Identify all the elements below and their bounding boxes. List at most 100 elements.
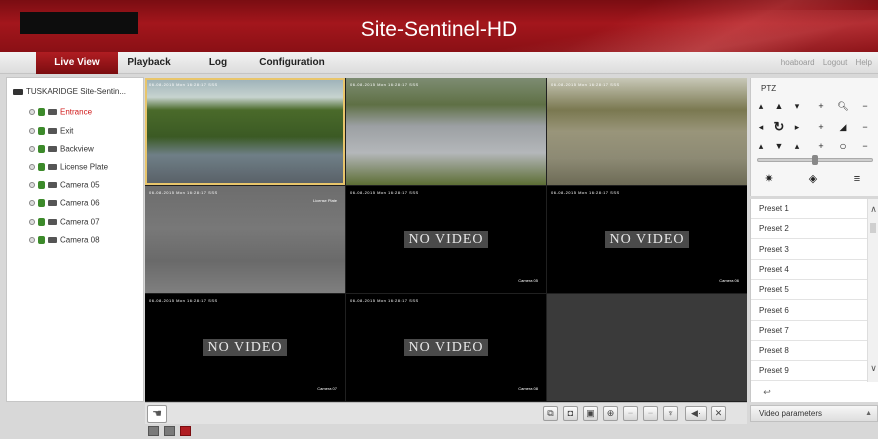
tree-item-camera[interactable]: Camera 05 <box>29 180 100 192</box>
zoom-icon[interactable]: ⊕ <box>603 406 618 421</box>
scroll-thumb[interactable] <box>870 223 876 233</box>
tab-live-view[interactable]: Live View <box>36 52 118 74</box>
preset-item[interactable]: Preset 6 <box>751 301 867 321</box>
ptz-right-icon[interactable]: ▸ <box>789 120 805 134</box>
camera-tree: TUSKARIDGE Site-Sentin... Entrance Exit Ba… <box>6 77 144 402</box>
osd-channel-name: Camera 06 <box>719 278 739 283</box>
focus-icon: ◢ <box>839 122 847 132</box>
tab-playback[interactable]: Playback <box>118 52 180 74</box>
layout-1x1-button[interactable] <box>148 426 159 436</box>
hand-icon[interactable]: ☚ <box>147 405 167 423</box>
microphone-icon[interactable]: ♆ <box>663 406 678 421</box>
video-tile[interactable]: 06-08-2015 Mon 16:28:17 SSS NO VIDEO Camer… <box>547 186 747 293</box>
no-video-label: NO VIDEO <box>346 231 546 248</box>
osd-timestamp: 06-08-2015 Mon 16:28:17 SSS <box>149 298 218 303</box>
video-tile[interactable]: 06-08-2015 Mon 16:28:17 SSS NO VIDEO Camer… <box>346 186 546 293</box>
record-status-icon <box>29 163 35 170</box>
preset-item[interactable]: Preset 1 <box>751 199 867 219</box>
ptz-up-icon[interactable]: ▲ <box>771 99 787 113</box>
osd-timestamp: 06-08-2015 Mon 16:28:17 SSS <box>149 82 218 87</box>
tree-item-camera[interactable]: Camera 07 <box>29 217 100 229</box>
logout-link[interactable]: Logout <box>823 58 847 67</box>
ptz-down-left-icon[interactable]: ▴ <box>753 139 769 153</box>
preset-item[interactable]: Preset 8 <box>751 341 867 362</box>
osd-timestamp: 06-08-2015 Mon 16:28:17 SSS <box>551 82 620 87</box>
video-tile[interactable] <box>547 294 747 401</box>
video-tile[interactable]: 06-08-2015 Mon 16:28:17 SSS License Plate <box>145 186 345 293</box>
tree-item-camera[interactable]: License Plate <box>29 162 108 174</box>
preset-item[interactable]: Preset 7 <box>751 321 867 341</box>
snapshot-icon[interactable]: ◘ <box>563 406 578 421</box>
app-window: Site-Sentinel-HD Live View Playback Log … <box>0 0 878 439</box>
tree-item-camera[interactable]: Camera 06 <box>29 198 100 210</box>
focus-near-icon[interactable]: + <box>813 120 829 134</box>
osd-timestamp: 06-08-2015 Mon 16:28:17 SSS <box>350 298 419 303</box>
wiper-icon[interactable]: ◈ <box>803 171 823 187</box>
tree-item-camera[interactable]: Backview <box>29 144 94 156</box>
ptz-left-icon[interactable]: ◂ <box>753 120 769 134</box>
preset-item[interactable]: Preset 4 <box>751 260 867 280</box>
user-link[interactable]: hoaboard <box>781 58 815 67</box>
ptz-speed-slider-thumb[interactable] <box>812 155 818 165</box>
header: Site-Sentinel-HD <box>0 0 878 52</box>
zoom-out-icon[interactable]: − <box>857 99 873 113</box>
preset-scrollbar[interactable]: ∧ ∨ <box>867 199 878 382</box>
ptz-auto-icon[interactable]: ↻ <box>771 120 787 134</box>
tree-item-camera[interactable]: Camera 08 <box>29 235 100 247</box>
record-status-icon <box>29 181 35 188</box>
menu-icon[interactable]: ≡ <box>847 171 867 187</box>
record-icon[interactable]: ▣ <box>583 406 598 421</box>
tree-root[interactable]: TUSKARIDGE Site-Sentin... <box>13 87 141 99</box>
tab-log[interactable]: Log <box>196 52 240 74</box>
ptz-up-left-icon[interactable]: ▴ <box>753 99 769 113</box>
video-tile[interactable]: 06-08-2015 Mon 16:28:17 SSS NO VIDEO Camer… <box>346 294 546 401</box>
video-tile[interactable]: 06-08-2015 Mon 16:28:17 SSS NO VIDEO Camer… <box>145 294 345 401</box>
preset-item[interactable]: Preset 3 <box>751 240 867 260</box>
scroll-up-icon[interactable]: ∧ <box>868 204 878 215</box>
scroll-down-icon[interactable]: ∨ <box>868 363 878 374</box>
video-parameters-bar[interactable]: Video parameters ▲ <box>750 405 878 422</box>
light-icon[interactable]: ✷ <box>759 171 779 187</box>
zoom-in-icon[interactable]: + <box>813 99 829 113</box>
video-tile[interactable]: 06-08-2015 Mon 16:28:17 SSS <box>145 78 345 185</box>
preset-item[interactable]: Preset 5 <box>751 280 867 301</box>
ptz-speed-slider[interactable] <box>757 155 873 165</box>
osd-channel-name: Camera 07 <box>317 386 337 391</box>
chevron-up-icon[interactable]: ▲ <box>865 406 872 421</box>
camera-icon <box>48 181 57 188</box>
previous-page-icon[interactable]: − <box>623 406 638 421</box>
preset-call-icon[interactable]: ↩ <box>757 385 777 400</box>
layout-2x2-button[interactable] <box>164 426 175 436</box>
record-status-icon <box>29 236 35 243</box>
layout-3x3-button[interactable] <box>180 426 191 436</box>
osd-timestamp: 06-08-2015 Mon 16:28:17 SSS <box>350 190 419 195</box>
record-status-icon <box>29 218 35 225</box>
window-layout-icon[interactable]: ⧉ <box>543 406 558 421</box>
video-tile[interactable]: 06-08-2015 Mon 16:28:17 SSS <box>547 78 747 185</box>
osd-channel-name: Camera 05 <box>518 278 538 283</box>
next-page-icon[interactable]: − <box>643 406 658 421</box>
tree-item-label: Camera 07 <box>60 217 100 227</box>
user-icon <box>38 198 45 207</box>
stop-all-icon[interactable]: ✕ <box>711 406 726 421</box>
video-tile[interactable]: 06-08-2015 Mon 16:28:17 SSS <box>346 78 546 185</box>
ptz-down-icon[interactable]: ▼ <box>771 139 787 153</box>
ptz-down-right-icon[interactable]: ▴ <box>789 139 805 153</box>
preset-item[interactable]: Preset 2 <box>751 219 867 240</box>
ptz-up-right-icon[interactable]: ▾ <box>789 99 805 113</box>
tab-configuration[interactable]: Configuration <box>252 52 332 74</box>
record-status-icon <box>29 199 35 206</box>
camera-icon <box>48 108 57 115</box>
help-link[interactable]: Help <box>856 58 872 67</box>
tree-item-camera[interactable]: Entrance <box>29 107 92 119</box>
iris-close-icon[interactable]: − <box>857 139 873 153</box>
focus-far-icon[interactable]: − <box>857 120 873 134</box>
user-icon <box>38 126 45 135</box>
iris-open-icon[interactable]: + <box>813 139 829 153</box>
tree-item-label: Camera 05 <box>60 180 100 190</box>
user-icon <box>38 217 45 226</box>
tree-item-camera[interactable]: Exit <box>29 126 73 138</box>
app-title: Site-Sentinel-HD <box>360 18 518 41</box>
preset-item[interactable]: Preset 9 <box>751 361 867 382</box>
audio-volume-icon[interactable]: ◀· <box>685 406 707 421</box>
